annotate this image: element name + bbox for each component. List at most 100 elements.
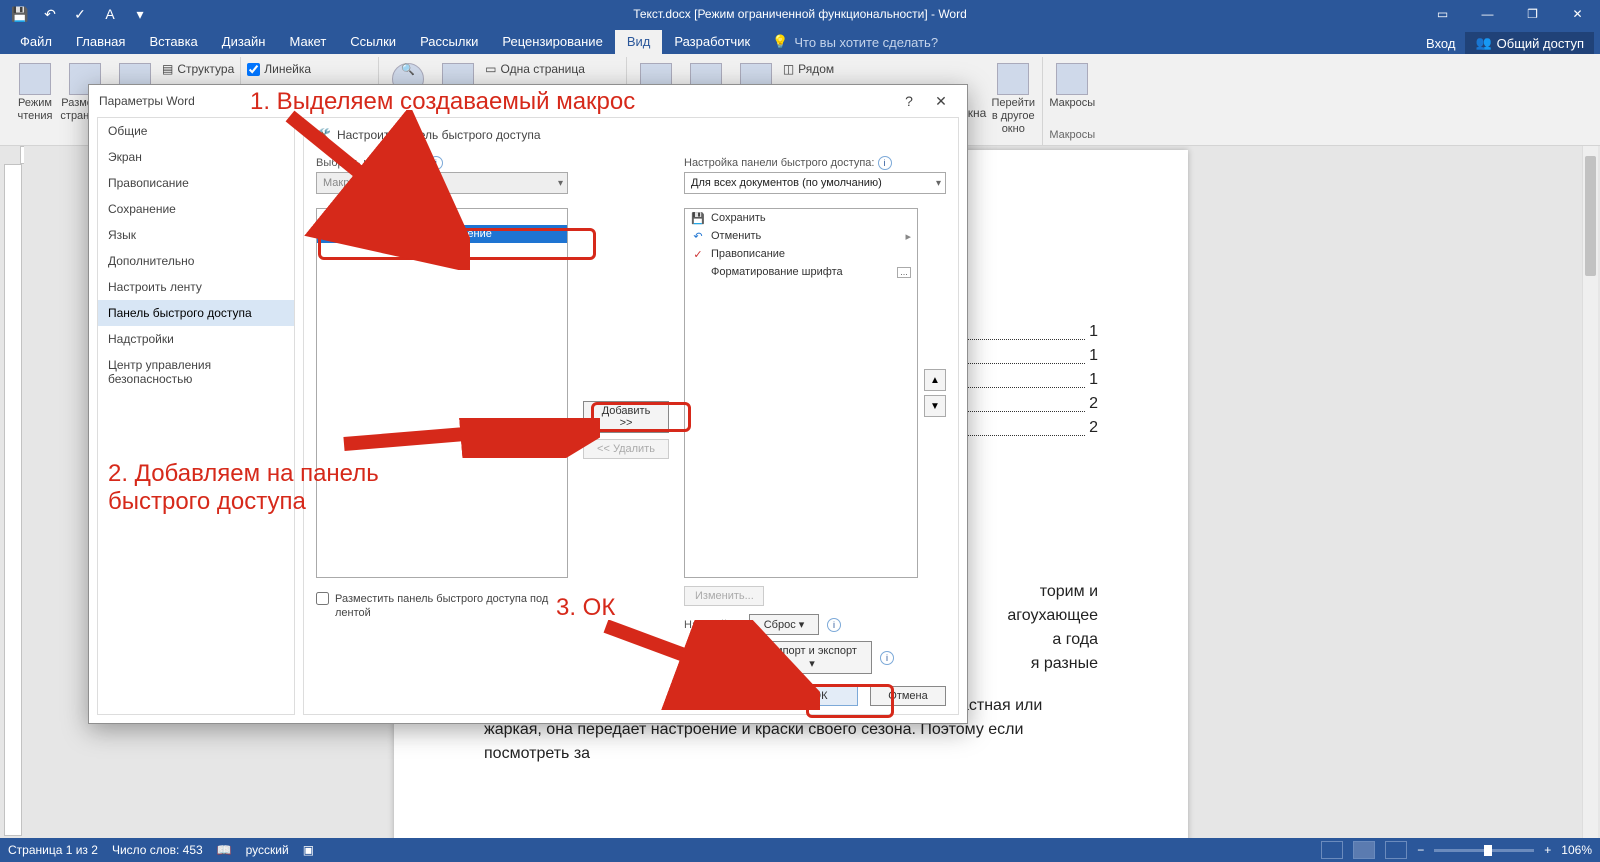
import-export-button[interactable]: Импорт и экспорт ▾ (752, 641, 872, 674)
qat-item[interactable]: Форматирование шрифта… (685, 263, 917, 281)
choose-commands-label: Выбрать команды из: i (316, 156, 568, 170)
info-icon[interactable]: i (429, 156, 443, 170)
macro-icon: ⚙ (323, 227, 337, 241)
add-button[interactable]: Добавить >> (583, 401, 669, 433)
zoom-in-icon[interactable]: + (1544, 843, 1551, 857)
page-indicator[interactable]: Страница 1 из 2 (8, 843, 98, 857)
tab-references[interactable]: Ссылки (338, 30, 408, 54)
choose-commands-combo[interactable]: Макросы (316, 172, 568, 194)
cat-save[interactable]: Сохранение (98, 196, 294, 222)
modify-button[interactable]: Изменить... (684, 586, 764, 606)
signin-link[interactable]: Вход (1426, 36, 1455, 51)
side-by-side-button[interactable]: ◫ Рядом (783, 59, 986, 79)
tell-me-search[interactable]: 💡 Что вы хотите сделать? (762, 30, 948, 54)
dialog-titlebar: Параметры Word ? ✕ (89, 85, 967, 117)
window-controls: ▭ — ❐ ✕ (1420, 0, 1600, 28)
qat-item[interactable]: 💾Сохранить (685, 209, 917, 227)
ok-button[interactable]: ОК (782, 686, 858, 706)
zoom-level[interactable]: 106% (1561, 843, 1592, 857)
zoom-out-icon[interactable]: − (1417, 843, 1424, 857)
cat-advanced[interactable]: Дополнительно (98, 248, 294, 274)
commands-listbox[interactable]: <Разделитель> ⚙Normal.NewMacros.Ударение (316, 208, 568, 578)
info-icon[interactable]: i (827, 618, 841, 632)
cat-customize-ribbon[interactable]: Настроить ленту (98, 274, 294, 300)
qat-item[interactable]: ✓Правописание (685, 245, 917, 263)
language-indicator[interactable]: русский (246, 843, 289, 857)
cat-addins[interactable]: Надстройки (98, 326, 294, 352)
tab-review[interactable]: Рецензирование (490, 30, 614, 54)
switch-windows-button[interactable]: Перейти в другое окно (990, 59, 1036, 137)
tab-view[interactable]: Вид (615, 30, 663, 54)
macro-item[interactable]: ⚙Normal.NewMacros.Ударение (317, 225, 567, 243)
target-document-combo[interactable]: Для всех документов (по умолчанию) (684, 172, 946, 194)
add-remove-buttons: Добавить >> << Удалить (576, 156, 676, 704)
read-mode-button[interactable]: Режим чтения (12, 59, 58, 123)
spellcheck-icon[interactable]: ✓ (66, 2, 94, 26)
save-icon: 💾 (691, 211, 705, 225)
undo-icon[interactable]: ↶ (36, 2, 64, 26)
move-up-button[interactable]: ▲ (924, 369, 946, 391)
status-bar: Страница 1 из 2 Число слов: 453 📖 русски… (0, 838, 1600, 862)
info-icon[interactable]: i (880, 651, 894, 665)
move-down-button[interactable]: ▼ (924, 395, 946, 417)
tab-design[interactable]: Дизайн (210, 30, 278, 54)
qat-listbox[interactable]: 💾Сохранить ↶Отменить▸ ✓Правописание Форм… (684, 208, 918, 578)
tell-me-placeholder: Что вы хотите сделать? (794, 35, 938, 50)
vertical-ruler[interactable] (4, 164, 22, 836)
title-bar: 💾 ↶ ✓ A ▾ Текст.docx [Режим ограниченной… (0, 0, 1600, 28)
cat-display[interactable]: Экран (98, 144, 294, 170)
options-category-list: Общие Экран Правописание Сохранение Язык… (97, 117, 295, 715)
share-label: Общий доступ (1497, 36, 1584, 51)
zoom-slider[interactable] (1434, 849, 1534, 852)
vertical-scrollbar[interactable] (1582, 146, 1598, 838)
remove-button[interactable]: << Удалить (583, 439, 669, 459)
save-icon[interactable]: 💾 (6, 2, 34, 26)
ribbon-group-macros: Макросы Макросы (1043, 57, 1101, 145)
reset-button[interactable]: Сброс ▾ (749, 614, 819, 635)
tab-mailings[interactable]: Рассылки (408, 30, 490, 54)
web-layout-view-icon[interactable] (1385, 841, 1407, 859)
print-layout-view-icon[interactable] (1353, 841, 1375, 859)
qat-dropdown-icon[interactable]: ▾ (126, 2, 154, 26)
cat-trust-center[interactable]: Центр управления безопасностью (98, 352, 294, 392)
info-icon[interactable]: i (878, 156, 892, 170)
macros-button[interactable]: Макросы (1049, 59, 1095, 110)
cat-qat[interactable]: Панель быстрого доступа (98, 300, 294, 326)
separator-item[interactable]: <Разделитель> (317, 209, 567, 225)
ribbon-tabs: Файл Главная Вставка Дизайн Макет Ссылки… (0, 28, 1600, 54)
tab-home[interactable]: Главная (64, 30, 137, 54)
macro-recording-icon[interactable]: ▣ (303, 843, 314, 857)
tab-file[interactable]: Файл (8, 30, 64, 54)
qat-item[interactable]: ↶Отменить▸ (685, 227, 917, 245)
spellcheck-icon: ✓ (691, 247, 705, 261)
lightbulb-icon: 💡 (772, 34, 788, 50)
word-count[interactable]: Число слов: 453 (112, 843, 203, 857)
one-page-button[interactable]: ▭ Одна страница (485, 59, 620, 79)
read-mode-view-icon[interactable] (1321, 841, 1343, 859)
dialog-close-icon[interactable]: ✕ (925, 87, 957, 115)
options-panel: 🛠️Настроить панель быстрого доступа Выбр… (303, 117, 959, 715)
ruler-checkbox[interactable]: Линейка (247, 59, 311, 79)
tab-insert[interactable]: Вставка (137, 30, 209, 54)
cat-general[interactable]: Общие (98, 118, 294, 144)
font-format-icon[interactable]: A (96, 2, 124, 26)
maximize-icon[interactable]: ❐ (1510, 0, 1555, 28)
tab-layout[interactable]: Макет (277, 30, 338, 54)
undo-icon: ↶ (691, 229, 705, 243)
tab-developer[interactable]: Разработчик (662, 30, 762, 54)
word-options-dialog: Параметры Word ? ✕ Общие Экран Правописа… (88, 84, 968, 724)
ribbon-display-icon[interactable]: ▭ (1420, 0, 1465, 28)
share-button[interactable]: 👥 Общий доступ (1465, 32, 1594, 54)
spellcheck-status-icon[interactable]: 📖 (217, 843, 232, 857)
show-below-ribbon-checkbox[interactable]: Разместить панель быстрого доступа под л… (316, 592, 556, 621)
cat-proofing[interactable]: Правописание (98, 170, 294, 196)
outline-button[interactable]: ▤ Структура (162, 59, 234, 79)
quick-access-toolbar: 💾 ↶ ✓ A ▾ (0, 2, 154, 26)
cat-language[interactable]: Язык (98, 222, 294, 248)
font-format-icon (691, 265, 705, 279)
window-title: Текст.docx [Режим ограниченной функциона… (633, 7, 967, 21)
cancel-button[interactable]: Отмена (870, 686, 946, 706)
dialog-help-icon[interactable]: ? (893, 87, 925, 115)
minimize-icon[interactable]: — (1465, 0, 1510, 28)
close-icon[interactable]: ✕ (1555, 0, 1600, 28)
